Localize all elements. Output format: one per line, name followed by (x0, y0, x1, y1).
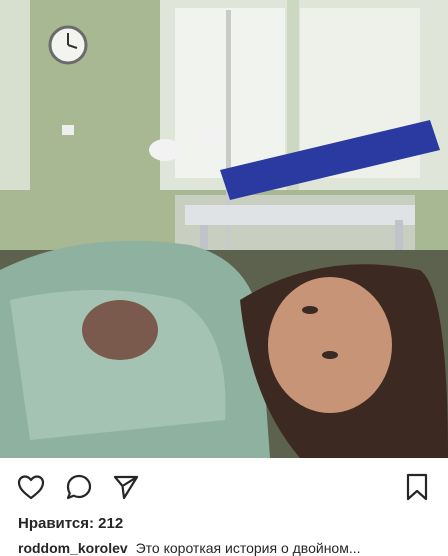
caption-username[interactable]: roddom_korolev (18, 540, 128, 556)
photo-scene (0, 0, 448, 458)
heart-icon[interactable] (16, 472, 46, 502)
paper-plane-icon[interactable] (111, 472, 141, 502)
caption-text: Это короткая история о двойном... (135, 540, 361, 556)
bookmark-icon[interactable] (402, 472, 432, 502)
post-actions-bar (0, 458, 448, 514)
post-photo[interactable] (0, 0, 448, 458)
post-caption: roddom_korolev Это короткая история о дв… (18, 540, 438, 556)
comment-bubble-icon[interactable] (64, 472, 94, 502)
likes-count[interactable]: Нравится: 212 (18, 515, 123, 532)
